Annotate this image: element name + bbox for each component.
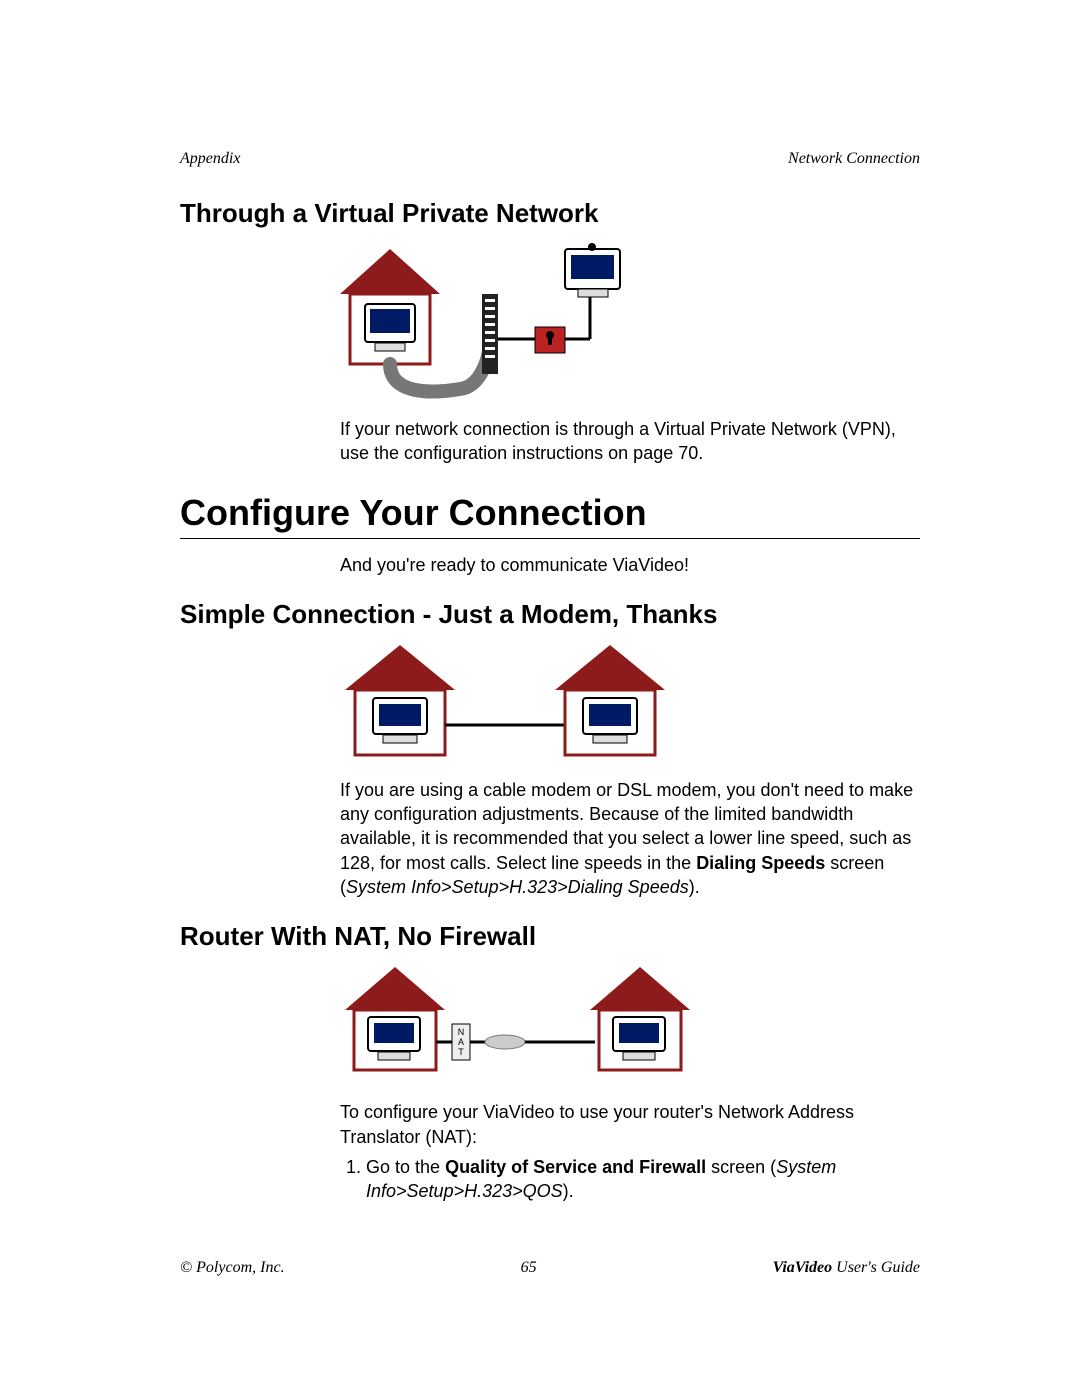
simple-paragraph: If you are using a cable modem or DSL mo… (340, 778, 920, 899)
running-header: Appendix Network Connection (180, 150, 920, 168)
step1-pre: Go to the (366, 1157, 445, 1177)
footer-page-number: 65 (521, 1259, 537, 1277)
heading-simple: Simple Connection - Just a Modem, Thanks (180, 599, 920, 630)
footer-left: © Polycom, Inc. (180, 1259, 285, 1277)
heading-configure: Configure Your Connection (180, 492, 920, 539)
step1-post: ). (563, 1181, 574, 1201)
svg-text:A: A (458, 1037, 464, 1047)
figure-router: N A T (340, 962, 920, 1092)
simple-text-post: ). (689, 877, 700, 897)
vpn-caption: If your network connection is through a … (340, 417, 920, 466)
router-step-1: Go to the Quality of Service and Firewal… (366, 1155, 920, 1204)
running-footer: © Polycom, Inc. 65 ViaVideo User's Guide (180, 1259, 920, 1277)
header-right: Network Connection (788, 150, 920, 168)
footer-rest: User's Guide (832, 1259, 920, 1276)
vpn-diagram-icon (340, 239, 660, 409)
svg-text:T: T (458, 1047, 464, 1057)
simple-italic-path: System Info>Setup>H.323>Dialing Speeds (346, 877, 689, 897)
header-left: Appendix (180, 150, 240, 168)
heading-router: Router With NAT, No Firewall (180, 921, 920, 952)
page: Appendix Network Connection Through a Vi… (0, 0, 1080, 1397)
step1-mid: screen ( (706, 1157, 776, 1177)
configure-intro: And you're ready to communicate ViaVideo… (340, 553, 920, 577)
simple-bold-dialing-speeds: Dialing Speeds (696, 853, 825, 873)
router-intro: To configure your ViaVideo to use your r… (340, 1100, 920, 1149)
simple-diagram-icon (340, 640, 680, 770)
heading-vpn: Through a Virtual Private Network (180, 198, 920, 229)
figure-vpn (340, 239, 920, 409)
footer-right: ViaVideo User's Guide (773, 1259, 920, 1277)
router-steps: Go to the Quality of Service and Firewal… (340, 1155, 920, 1204)
svg-text:N: N (458, 1027, 465, 1037)
footer-brand: ViaVideo (773, 1259, 833, 1276)
step1-bold: Quality of Service and Firewall (445, 1157, 706, 1177)
figure-simple (340, 640, 920, 770)
router-diagram-icon: N A T (340, 962, 700, 1092)
